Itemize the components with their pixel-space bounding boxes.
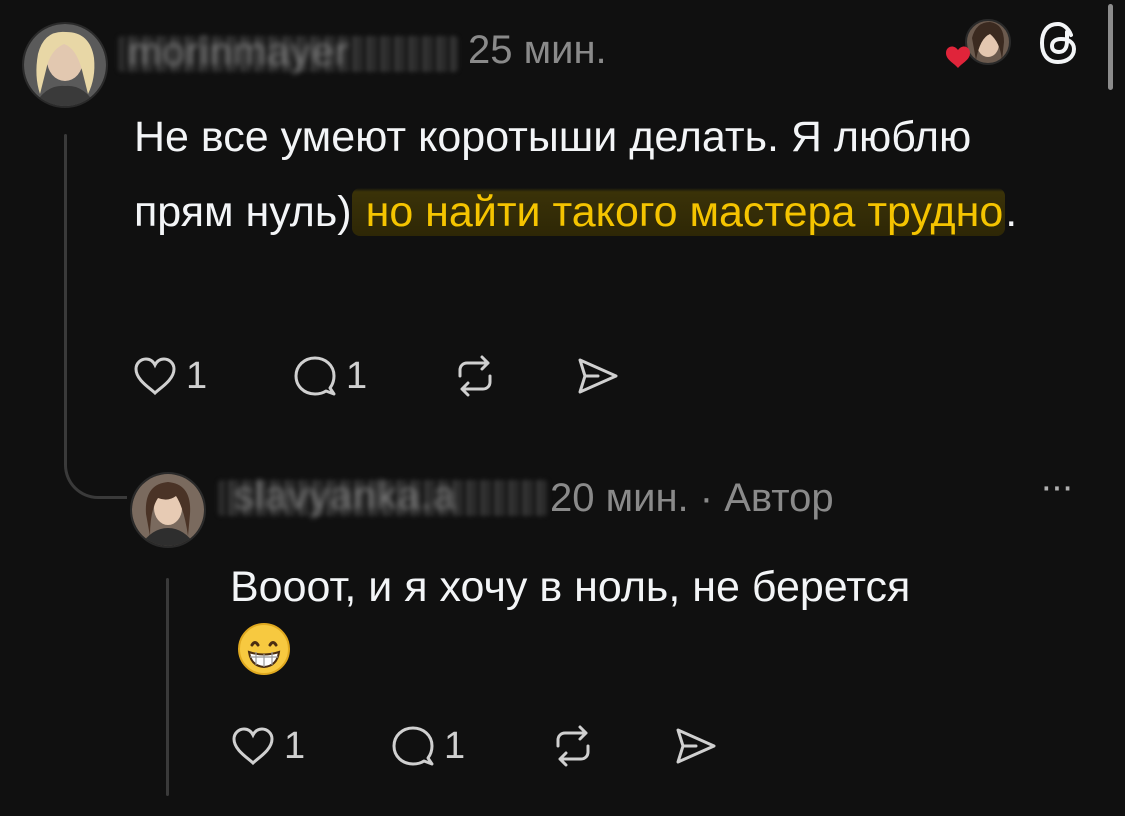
heart-icon <box>232 727 274 766</box>
like-button[interactable]: 1 <box>132 352 292 400</box>
comment-actions: 1 1 <box>230 722 718 770</box>
share-icon <box>676 728 716 764</box>
repost-icon <box>556 725 590 767</box>
comment-icon <box>392 726 434 766</box>
highlighted-text: но найти такого мастера трудно <box>351 188 1006 236</box>
share-button[interactable] <box>672 722 718 770</box>
share-icon <box>578 358 618 394</box>
reply-button[interactable]: 1 <box>390 722 550 770</box>
scrollbar[interactable] <box>1108 4 1113 90</box>
timestamp: 20 мин. <box>550 476 689 520</box>
repost-icon <box>458 355 492 397</box>
comment-text: Вооот, и я хочу в ноль, не берется <box>230 550 930 705</box>
avatar[interactable] <box>22 22 108 108</box>
heart-icon <box>134 357 176 396</box>
timestamp: 25 мин. <box>468 28 607 72</box>
username[interactable]: morinmayer <box>128 30 349 75</box>
repost-button[interactable] <box>452 352 574 400</box>
comment-text-plain: Вооот, и я хочу в ноль, не берется <box>230 563 911 611</box>
repost-button[interactable] <box>550 722 672 770</box>
author-badge: Автор <box>724 476 834 520</box>
comment-meta: 20 мин. · Автор <box>550 476 834 521</box>
grinning-face-icon <box>236 621 292 701</box>
thread-line-curve <box>64 430 127 499</box>
more-icon[interactable]: ··· <box>1040 466 1074 509</box>
meta-separator: · <box>699 476 714 520</box>
comment-icon <box>294 356 336 396</box>
share-button[interactable] <box>574 352 620 400</box>
liked-by-author-avatar <box>944 16 1016 72</box>
like-count: 1 <box>186 354 208 397</box>
comment-text: Не все умеют коротыши делать. Я люблю пр… <box>134 100 1064 250</box>
thread-line-main <box>64 134 67 464</box>
comment-actions: 1 1 <box>132 352 620 400</box>
reply-button[interactable]: 1 <box>292 352 452 400</box>
comment-text-tail: . <box>1005 188 1018 236</box>
reply-count: 1 <box>444 724 466 767</box>
reply-count: 1 <box>346 354 368 397</box>
thread-line-reply <box>166 578 169 796</box>
like-button[interactable]: 1 <box>230 722 390 770</box>
username[interactable]: slavyanka.a <box>234 474 456 519</box>
avatar[interactable] <box>130 472 206 548</box>
like-count: 1 <box>284 724 306 767</box>
threads-logo-icon[interactable] <box>1034 18 1084 68</box>
